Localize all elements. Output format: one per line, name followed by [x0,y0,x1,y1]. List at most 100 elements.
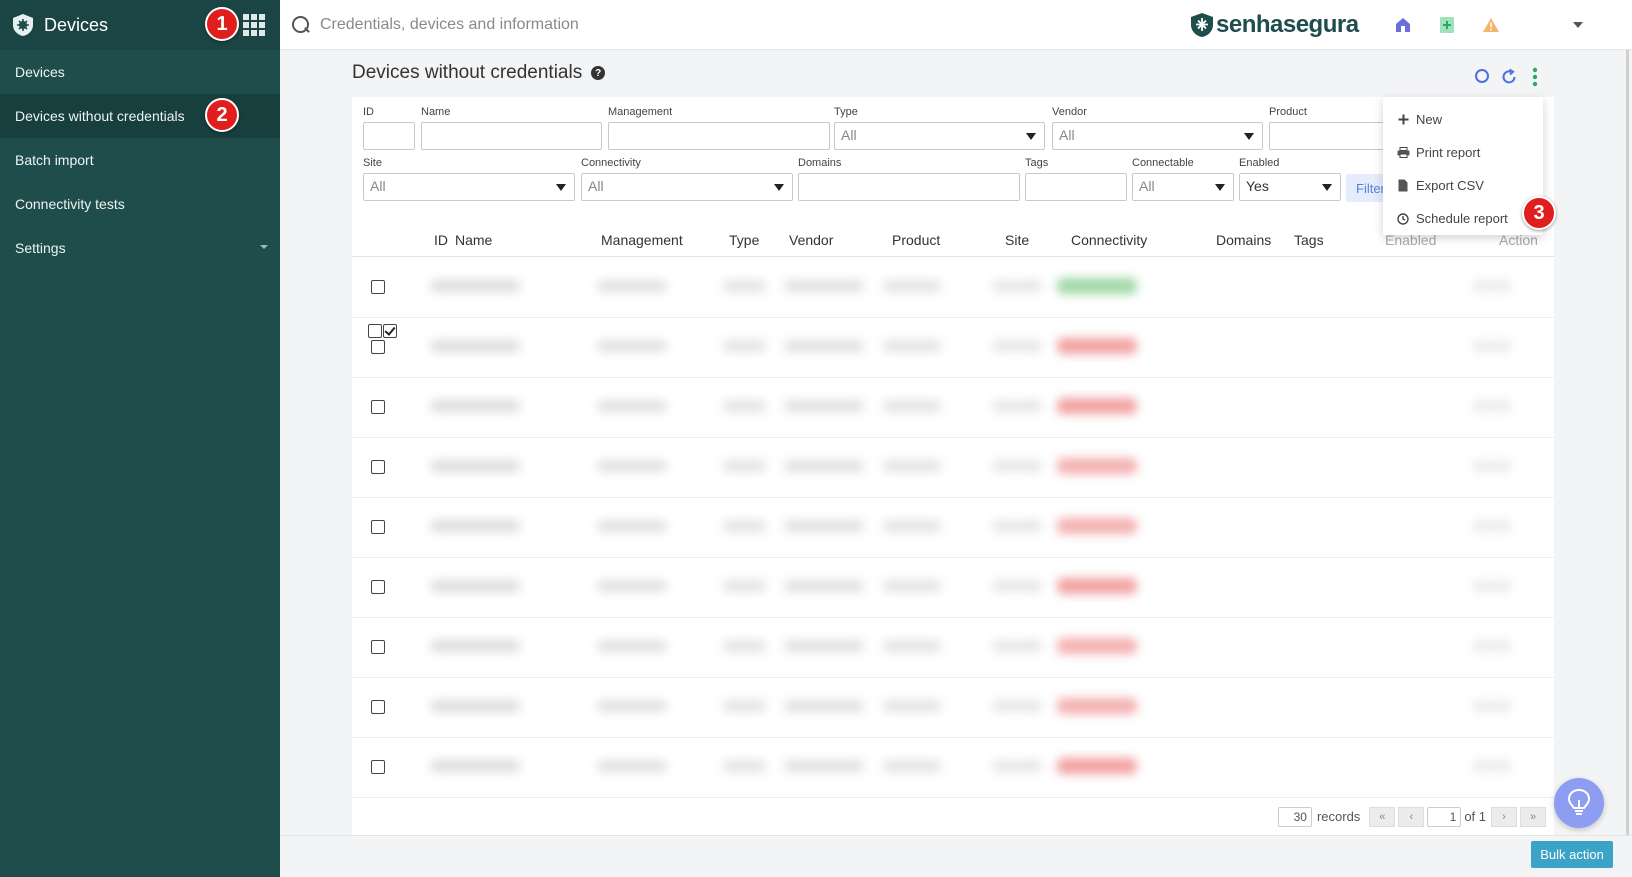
blurred-cell [784,340,864,352]
table-row[interactable] [352,738,1554,798]
blurred-cell [882,760,942,772]
filter-connectable-select[interactable]: All [1132,173,1234,201]
filter-connectivity-select[interactable]: All [581,173,793,201]
help-icon[interactable]: ? [591,66,606,80]
brand-logo: senhasegura [1190,11,1359,39]
bulk-action-button[interactable]: Bulk action [1531,841,1613,868]
sidebar-item-settings[interactable]: Settings [0,226,280,270]
col-connectivity[interactable]: Connectivity [1071,232,1147,248]
bottom-bar [280,835,1632,877]
blurred-cell [597,400,667,412]
row-checkbox[interactable] [371,700,385,714]
blurred-cell [882,460,942,472]
apps-grid-icon[interactable] [240,11,268,39]
add-document-icon[interactable] [1437,15,1457,35]
filter-vendor-select[interactable]: All [1052,122,1263,150]
filter-enabled-select[interactable]: Yes [1239,173,1341,201]
sidebar-item-devices[interactable]: Devices [0,50,280,94]
blurred-cell [992,340,1042,352]
col-site[interactable]: Site [1005,232,1029,248]
table-row[interactable] [352,438,1554,498]
table-row[interactable] [352,258,1554,318]
col-tags[interactable]: Tags [1294,232,1324,248]
table-row[interactable] [352,678,1554,738]
global-search-input[interactable] [320,15,1180,34]
table-row[interactable] [352,498,1554,558]
filter-tags-input[interactable] [1025,173,1127,201]
first-page-button[interactable]: « [1369,806,1396,827]
row-checkbox[interactable] [371,460,385,474]
blurred-cell [882,640,942,652]
filter-type-select[interactable]: All [834,122,1045,150]
blurred-cell [1472,640,1512,652]
table-header: ID Name Management Type Vendor Product S… [352,217,1554,338]
row-checkbox[interactable] [371,280,385,294]
user-menu-chevron-icon[interactable] [1572,21,1583,28]
main-panel: ID Name Management Type All Vendor All P… [352,97,1554,835]
page-size-input[interactable]: 30 [1277,806,1312,827]
blurred-cell [430,700,520,712]
filter-type-label: Type [834,106,858,118]
blurred-connectivity-status [1057,698,1137,714]
home-icon[interactable] [1393,15,1413,35]
sidebar-item-connectivity-tests[interactable]: Connectivity tests [0,182,280,226]
table-row[interactable] [352,558,1554,618]
blurred-cell [784,760,864,772]
filter-management-input[interactable] [608,122,830,150]
blurred-cell [1472,460,1512,472]
filter-vendor: Vendor All [1052,106,1263,150]
filter-domains-label: Domains [798,157,842,169]
blurred-cell [597,280,667,292]
blurred-cell [597,580,667,592]
shield-icon [1191,12,1213,37]
col-id[interactable]: ID [434,232,448,248]
search-toggle-icon[interactable] [1472,66,1494,88]
filter-id: ID [363,106,415,150]
table-row[interactable] [352,318,1554,378]
row-checkbox[interactable] [371,340,385,354]
more-options-icon[interactable] [1524,66,1546,88]
table-row[interactable] [352,618,1554,678]
next-page-button[interactable]: › [1491,806,1517,827]
blurred-cell [1472,760,1512,772]
col-vendor[interactable]: Vendor [789,232,833,248]
blurred-cell [784,700,864,712]
row-checkbox[interactable] [371,760,385,774]
row-checkbox[interactable] [371,400,385,414]
filter-tags: Tags [1025,157,1127,201]
filter-domains-input[interactable] [798,173,1020,201]
lightbulb-icon[interactable] [1554,778,1604,828]
blurred-cell [882,340,942,352]
table-row[interactable] [352,378,1554,438]
prev-page-button[interactable]: ‹ [1398,806,1425,827]
col-product[interactable]: Product [892,232,940,248]
refresh-icon[interactable] [1498,66,1520,88]
row-checkbox[interactable] [371,580,385,594]
page-scrollbar[interactable] [1626,50,1629,835]
row-checkbox[interactable] [371,520,385,534]
blurred-cell [992,460,1042,472]
filter-connectable-label: Connectable [1132,157,1194,169]
row-checkbox[interactable] [371,640,385,654]
col-name[interactable]: Name [455,232,492,248]
menu-item-print-report[interactable]: Print report [1383,136,1543,169]
filter-id-input[interactable] [363,122,415,150]
title-actions [1468,66,1546,88]
blurred-cell [597,640,667,652]
sidebar-item-batch-import[interactable]: Batch import [0,138,280,182]
filter-name-input[interactable] [421,122,602,150]
col-management[interactable]: Management [601,232,683,248]
menu-item-new[interactable]: New [1383,103,1543,136]
blurred-cell [722,280,767,292]
blurred-cell [882,400,942,412]
blurred-cell [1472,520,1512,532]
filter-site-select[interactable]: All [363,173,575,201]
last-page-button[interactable]: » [1520,806,1546,827]
menu-item-export-csv[interactable]: Export CSV [1383,169,1543,202]
col-domains[interactable]: Domains [1216,232,1271,248]
current-page-input[interactable]: 1 [1427,806,1462,827]
page-of-label: of 1 [1464,809,1486,824]
menu-item-schedule-report[interactable]: Schedule report [1383,202,1543,235]
col-type[interactable]: Type [729,232,759,248]
warning-icon[interactable] [1481,15,1501,35]
